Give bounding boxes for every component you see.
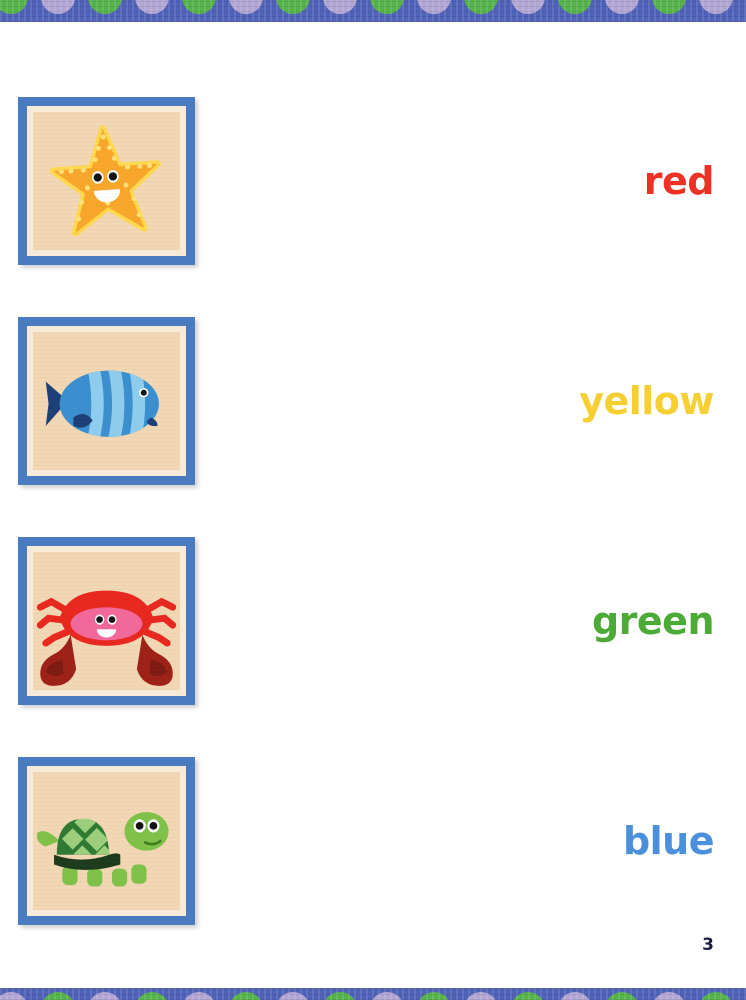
- color-word-text: green: [591, 599, 715, 643]
- picture-card-mat: [27, 326, 186, 476]
- worksheet-row: blue: [0, 757, 746, 925]
- border-dot-purple: [135, 0, 169, 14]
- turtle-icon: [36, 812, 169, 887]
- color-word-text: yellow: [579, 379, 714, 423]
- border-dot-purple: [652, 992, 686, 1000]
- border-dot-green: [229, 992, 263, 1000]
- picture-art-fish: [33, 332, 180, 470]
- border-dot-green: [182, 0, 216, 14]
- picture-art-crab: [33, 552, 180, 690]
- border-dot-purple: [699, 0, 733, 14]
- border-dot-green: [41, 992, 75, 1000]
- border-dot-green: [511, 992, 545, 1000]
- border-dot-green: [558, 0, 592, 14]
- top-border-dot-row: [0, 0, 746, 14]
- border-dot-purple: [229, 0, 263, 14]
- border-dot-purple: [41, 0, 75, 14]
- color-word-text: red: [643, 159, 715, 203]
- picture-card-turtle: [18, 757, 195, 925]
- picture-card-fish: [18, 317, 195, 485]
- picture-card-mat: [27, 766, 186, 916]
- fish-icon: [45, 370, 159, 437]
- border-dot-green: [699, 992, 733, 1000]
- color-word-blue: blue: [622, 757, 715, 925]
- color-word-red: red: [643, 97, 715, 265]
- border-dot-green: [276, 0, 310, 14]
- color-word-text: blue: [622, 819, 715, 863]
- picture-card-crab: [18, 537, 195, 705]
- page-number: 3: [702, 935, 714, 955]
- border-dot-purple: [276, 992, 310, 1000]
- picture-art-turtle: [33, 772, 180, 910]
- bottom-border-dot-row: [0, 992, 746, 1000]
- border-dot-green: [135, 992, 169, 1000]
- border-dot-green: [417, 992, 451, 1000]
- picture-card-starfish: [18, 97, 195, 265]
- top-border-strip: [0, 0, 746, 22]
- border-dot-purple: [323, 0, 357, 14]
- picture-card-mat: [27, 106, 186, 256]
- worksheet-row: yellow: [0, 317, 746, 485]
- border-dot-green: [652, 0, 686, 14]
- border-dot-purple: [511, 0, 545, 14]
- bottom-border-strip: [0, 988, 746, 1000]
- border-dot-green: [605, 992, 639, 1000]
- starfish-icon: [49, 125, 162, 237]
- border-dot-purple: [370, 992, 404, 1000]
- color-word-green: green: [591, 537, 715, 705]
- worksheet-row: green: [0, 537, 746, 705]
- border-dot-purple: [605, 0, 639, 14]
- border-dot-green: [0, 0, 28, 14]
- color-word-yellow: yellow: [579, 317, 714, 485]
- worksheet-row: red: [0, 97, 746, 265]
- border-dot-green: [323, 992, 357, 1000]
- worksheet-page: red yellow green blue 3: [0, 0, 746, 1000]
- border-dot-purple: [182, 992, 216, 1000]
- border-dot-purple: [88, 992, 122, 1000]
- border-dot-purple: [464, 992, 498, 1000]
- border-dot-purple: [558, 992, 592, 1000]
- border-dot-purple: [417, 0, 451, 14]
- border-dot-green: [88, 0, 122, 14]
- picture-art-starfish: [33, 112, 180, 250]
- crab-icon: [36, 590, 177, 686]
- picture-card-mat: [27, 546, 186, 696]
- border-dot-green: [370, 0, 404, 14]
- border-dot-green: [464, 0, 498, 14]
- border-dot-purple: [0, 992, 28, 1000]
